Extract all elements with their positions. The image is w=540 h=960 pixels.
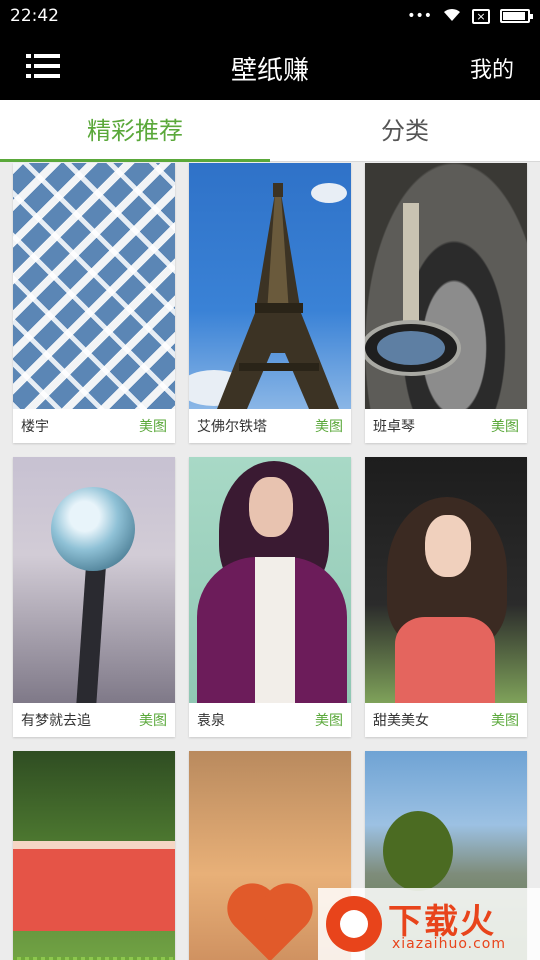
wallpaper-tag: 美图 [491, 419, 519, 435]
wallpaper-card[interactable]: 甜美美女 美图 [365, 457, 527, 737]
wallpaper-card[interactable] [13, 751, 175, 960]
wallpaper-image [189, 163, 351, 409]
wallpaper-image [365, 163, 527, 409]
status-time: 22:42 [10, 6, 59, 26]
wallpaper-grid: 楼宇 美图 艾佛尔铁塔 美图 班卓琴 美图 有梦就去追 美图 袁泉 美图 甜美美… [0, 163, 540, 960]
flame-logo-icon [326, 896, 382, 952]
tab-categories[interactable]: 分类 [270, 100, 540, 161]
wallpaper-image [365, 457, 527, 703]
tab-recommended[interactable]: 精彩推荐 [0, 100, 270, 162]
wallpaper-tag: 美图 [139, 419, 167, 435]
wallpaper-image [13, 457, 175, 703]
wallpaper-tag: 美图 [491, 713, 519, 729]
tab-bar: 精彩推荐 分类 [0, 100, 540, 162]
watermark: 下载火 xiazaihuo.com [318, 888, 540, 960]
no-sim-icon: × [472, 8, 490, 24]
wallpaper-image [13, 751, 175, 960]
app-bar: 壁纸赚 我的 [0, 32, 540, 100]
card-label: 楼宇 美图 [13, 409, 175, 443]
wallpaper-card[interactable]: 楼宇 美图 [13, 163, 175, 443]
wallpaper-tag: 美图 [315, 713, 343, 729]
menu-icon[interactable] [26, 54, 60, 78]
wallpaper-image [189, 457, 351, 703]
card-label: 班卓琴 美图 [365, 409, 527, 443]
card-label: 有梦就去追 美图 [13, 703, 175, 737]
wallpaper-card[interactable]: 有梦就去追 美图 [13, 457, 175, 737]
watermark-site: xiazaihuo.com [392, 936, 506, 952]
card-label: 艾佛尔铁塔 美图 [189, 409, 351, 443]
wallpaper-title: 有梦就去追 [21, 713, 91, 729]
wallpaper-card[interactable]: 艾佛尔铁塔 美图 [189, 163, 351, 443]
app-title: 壁纸赚 [230, 56, 309, 86]
more-dots-icon: ••• [407, 8, 432, 24]
battery-level [503, 12, 525, 20]
wallpaper-card[interactable]: 班卓琴 美图 [365, 163, 527, 443]
wallpaper-card[interactable]: 袁泉 美图 [189, 457, 351, 737]
wallpaper-title: 袁泉 [197, 713, 225, 729]
wallpaper-title: 艾佛尔铁塔 [197, 419, 267, 435]
status-icons: ••• × [407, 6, 533, 26]
card-label: 袁泉 美图 [189, 703, 351, 737]
status-bar: 22:42 ••• × [0, 0, 540, 32]
wifi-icon [442, 6, 462, 26]
mine-button[interactable]: 我的 [470, 52, 514, 84]
wallpaper-title: 甜美美女 [373, 713, 429, 729]
wallpaper-image [13, 163, 175, 409]
wallpaper-title: 楼宇 [21, 419, 49, 435]
battery-icon [500, 9, 533, 23]
wallpaper-title: 班卓琴 [373, 419, 415, 435]
card-label: 甜美美女 美图 [365, 703, 527, 737]
wallpaper-tag: 美图 [315, 419, 343, 435]
wallpaper-tag: 美图 [139, 713, 167, 729]
